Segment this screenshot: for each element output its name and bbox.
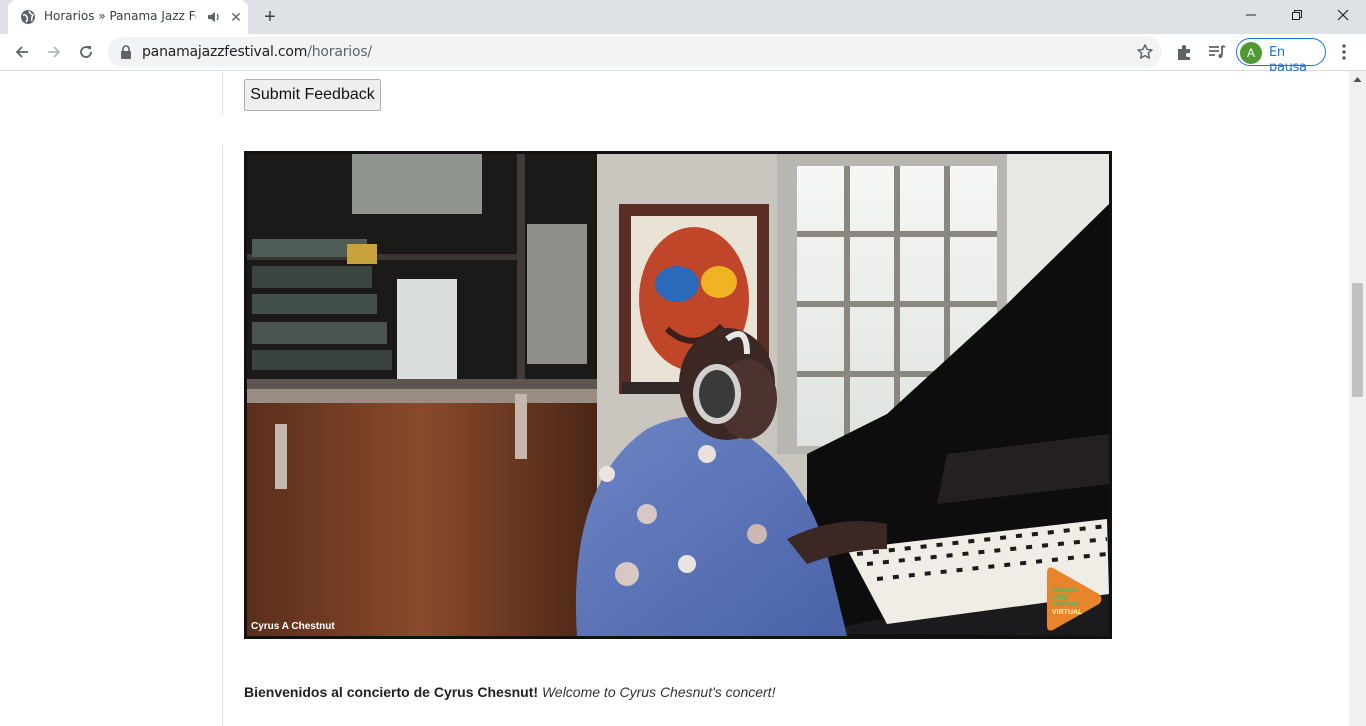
concert-caption: Bienvenidos al concierto de Cyrus Chesnu… bbox=[244, 684, 775, 700]
reload-button[interactable] bbox=[72, 38, 100, 66]
speaker-icon[interactable] bbox=[207, 10, 221, 24]
svg-text:FESTIVAL: FESTIVAL bbox=[1052, 602, 1081, 608]
arrow-left-icon bbox=[15, 46, 28, 58]
svg-text:PANAMA: PANAMA bbox=[1052, 588, 1079, 594]
divider bbox=[222, 71, 223, 115]
new-tab-button[interactable]: + bbox=[258, 5, 282, 29]
caption-english: Welcome to Cyrus Chesnut's concert! bbox=[541, 684, 776, 700]
vertical-scrollbar[interactable] bbox=[1349, 71, 1366, 726]
scroll-up-arrow-icon[interactable] bbox=[1353, 75, 1362, 84]
arrow-right-icon bbox=[48, 46, 61, 58]
tab-strip: Horarios » Panama Jazz Festi ✕ + bbox=[0, 0, 1366, 34]
bookmark-star-icon[interactable] bbox=[1136, 43, 1154, 61]
lock-icon[interactable] bbox=[120, 45, 132, 59]
video-player[interactable]: Cyrus A Chestnut PANAMA JAZZ FESTIVAL VI… bbox=[244, 151, 1112, 639]
svg-text:VIRTUAL: VIRTUAL bbox=[1052, 609, 1083, 616]
url-path: /horarios/ bbox=[307, 44, 372, 60]
scrollbar-thumb[interactable] bbox=[1352, 283, 1363, 397]
media-queue-icon[interactable] bbox=[1207, 42, 1227, 62]
divider bbox=[222, 145, 223, 726]
submit-feedback-button[interactable]: Submit Feedback bbox=[244, 79, 381, 111]
page-content: Submit Feedback Cyrus A Chestnut PANAMA … bbox=[0, 71, 1349, 726]
close-icon bbox=[1337, 9, 1349, 21]
caption-spanish: Bienvenidos al concierto de Cyrus Chesnu… bbox=[244, 684, 539, 700]
close-window-button[interactable] bbox=[1320, 0, 1366, 30]
reload-icon bbox=[80, 46, 92, 58]
video-name-tag: Cyrus A Chestnut bbox=[251, 621, 335, 632]
profile-button[interactable]: A En pausa bbox=[1236, 38, 1326, 75]
extensions-puzzle-icon[interactable] bbox=[1175, 42, 1195, 62]
restore-icon bbox=[1292, 10, 1302, 20]
address-bar[interactable]: panamajazzfestival.com/horarios/ bbox=[108, 37, 1162, 67]
forward-button[interactable] bbox=[40, 38, 68, 66]
globe-icon bbox=[21, 10, 35, 24]
minimize-icon bbox=[1246, 14, 1256, 16]
avatar: A bbox=[1240, 42, 1262, 64]
back-button[interactable] bbox=[8, 38, 36, 66]
url-host: panamajazzfestival.com bbox=[142, 44, 308, 60]
url-text: panamajazzfestival.com/horarios/ bbox=[142, 44, 372, 60]
tab-close-icon[interactable]: ✕ bbox=[228, 9, 244, 25]
browser-toolbar: panamajazzfestival.com/horarios/ A En pa… bbox=[0, 34, 1366, 75]
tab-title: Horarios » Panama Jazz Festi bbox=[44, 9, 196, 23]
kebab-menu-icon[interactable] bbox=[1336, 42, 1352, 62]
video-frame: Cyrus A Chestnut PANAMA JAZZ FESTIVAL VI… bbox=[247, 154, 1109, 636]
minimize-button[interactable] bbox=[1228, 0, 1274, 30]
browser-tab[interactable]: Horarios » Panama Jazz Festi ✕ bbox=[8, 0, 248, 34]
restore-button[interactable] bbox=[1274, 0, 1320, 30]
svg-text:JAZZ: JAZZ bbox=[1052, 595, 1067, 601]
